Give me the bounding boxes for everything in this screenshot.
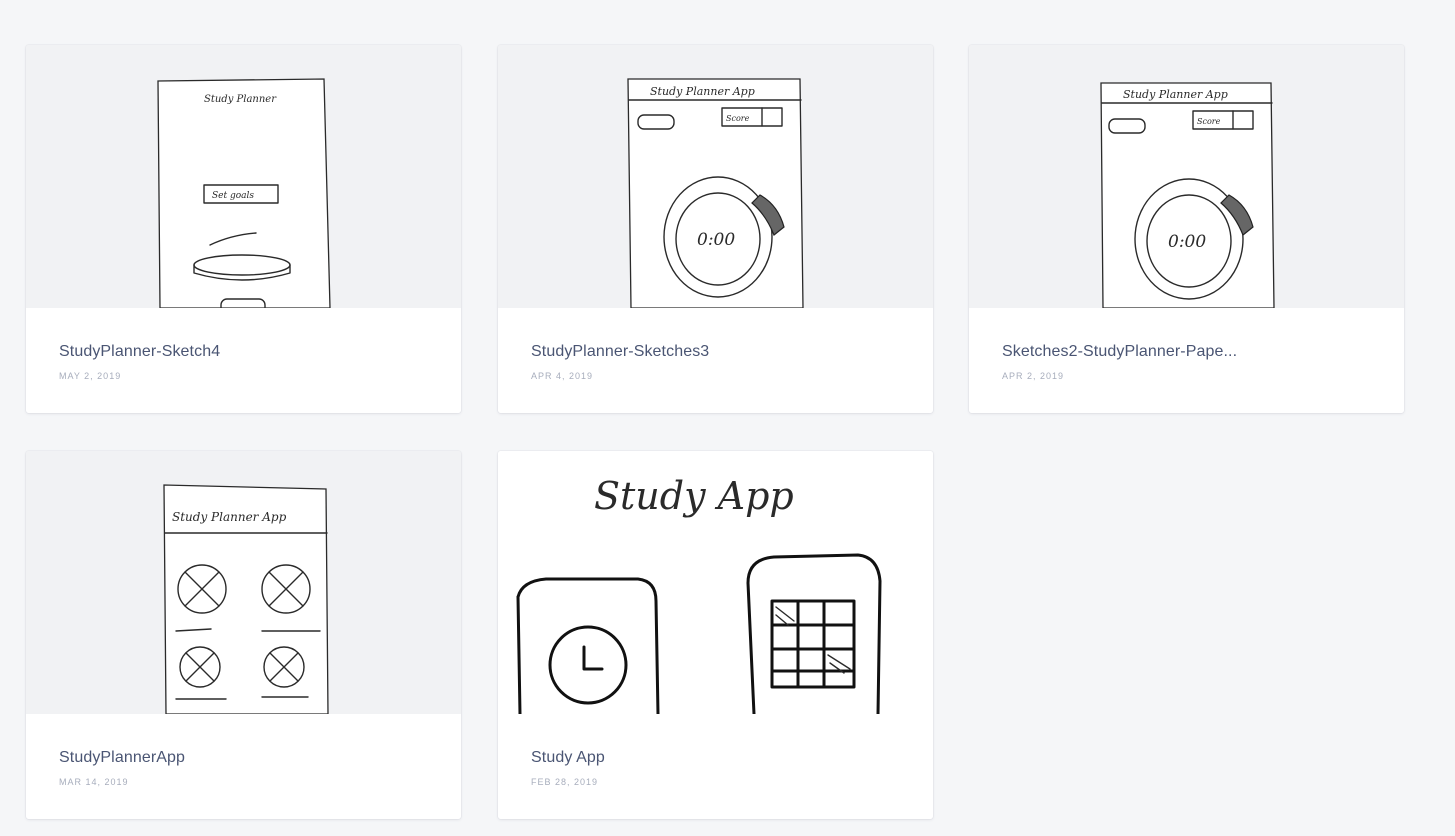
- sketch-text: Study App: [594, 474, 794, 518]
- sketch-image: Study App: [498, 451, 933, 714]
- card-title[interactable]: StudyPlanner-Sketch4: [59, 343, 220, 361]
- card-title[interactable]: StudyPlannerApp: [59, 749, 185, 767]
- card-date: APR 4, 2019: [531, 371, 594, 381]
- card-thumbnail: Study Planner App Score 0:00: [498, 45, 933, 308]
- sketch-text: Score: [1197, 117, 1221, 126]
- card-date: MAR 14, 2019: [59, 777, 129, 787]
- sketch-image: Study Planner App: [26, 451, 461, 714]
- sketch-image: Study Planner Set goals: [26, 45, 461, 308]
- card-date: FEB 28, 2019: [531, 777, 599, 787]
- project-card-1[interactable]: Study Planner Set goals StudyPlanner-Ske…: [26, 45, 461, 413]
- sketch-text: Study Planner App: [1123, 88, 1228, 101]
- card-thumbnail: Study Planner Set goals: [26, 45, 461, 308]
- card-date: APR 2, 2019: [1002, 371, 1065, 381]
- card-title[interactable]: StudyPlanner-Sketches3: [531, 343, 709, 361]
- card-date: MAY 2, 2019: [59, 371, 122, 381]
- card-title[interactable]: Sketches2-StudyPlanner-Pape...: [1002, 343, 1237, 361]
- sketch-image: Study Planner App Score 0:00: [969, 45, 1404, 308]
- sketch-text: 0:00: [1168, 232, 1206, 252]
- project-card-5[interactable]: Study App Study App FEB 28, 2019: [498, 451, 933, 819]
- project-card-4[interactable]: Study Planner App StudyPlannerApp MAR 14…: [26, 451, 461, 819]
- sketch-text: Score: [726, 114, 750, 123]
- card-thumbnail: Study Planner App Score 0:00: [969, 45, 1404, 308]
- project-card-2[interactable]: Study Planner App Score 0:00 StudyPlanne…: [498, 45, 933, 413]
- card-thumbnail: Study App: [498, 451, 933, 714]
- project-card-3[interactable]: Study Planner App Score 0:00 Sketches2-S…: [969, 45, 1404, 413]
- sketch-text: Study Planner: [204, 94, 277, 105]
- sketch-text: Set goals: [212, 191, 254, 201]
- sketch-text: Study Planner App: [172, 510, 287, 524]
- card-thumbnail: Study Planner App: [26, 451, 461, 714]
- sketch-text: Study Planner App: [650, 85, 755, 98]
- card-title[interactable]: Study App: [531, 749, 605, 767]
- sketch-image: Study Planner App Score 0:00: [498, 45, 933, 308]
- sketch-text: 0:00: [697, 230, 735, 250]
